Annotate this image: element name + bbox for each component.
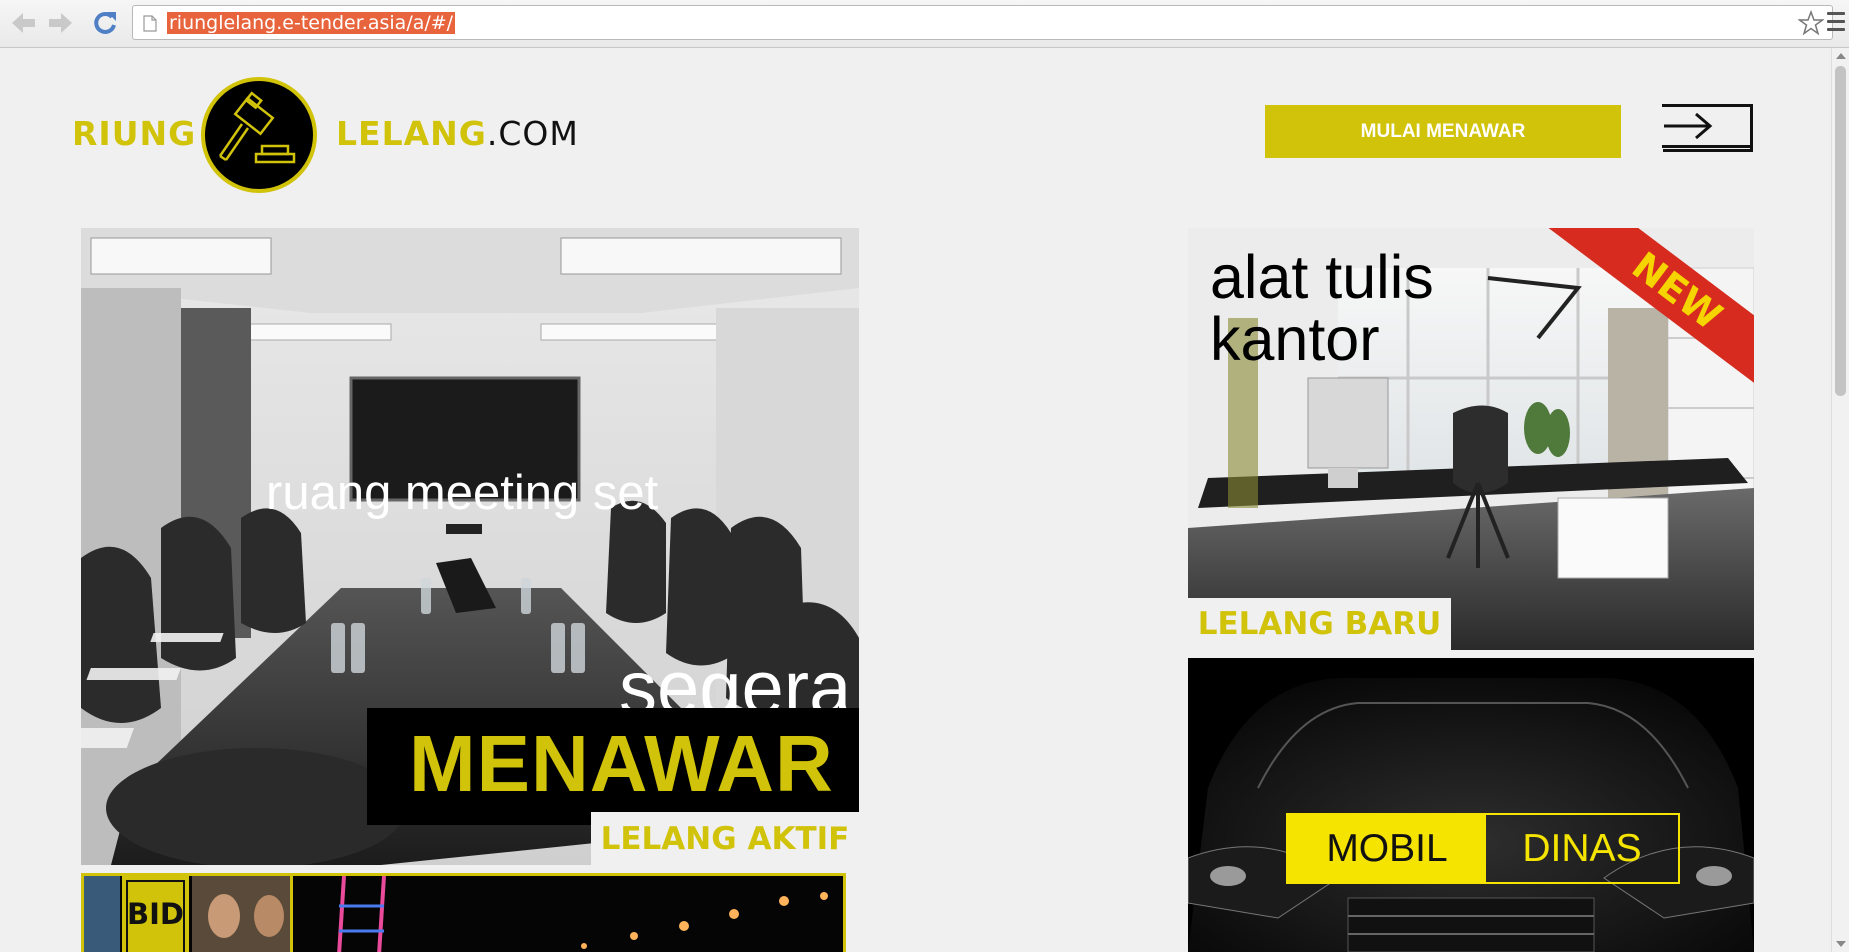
scroll-up-icon[interactable] xyxy=(1836,53,1846,59)
auction-tile-official-car[interactable]: MOBIL DINAS xyxy=(1188,658,1754,952)
menu-icon[interactable] xyxy=(1827,12,1849,34)
auction-tile-meeting-room[interactable]: ruang meeting set segera MENAWAR LELANG … xyxy=(81,228,859,865)
lelang-baru-badge[interactable]: LELANG BARU xyxy=(1188,598,1451,650)
logo-text-right: LELANG.COM xyxy=(336,114,579,153)
auction-tile-office-supplies[interactable]: alat tulis kantor NEW LELANG BARU xyxy=(1188,228,1754,650)
auction-tile-bid[interactable]: BID xyxy=(81,873,846,952)
back-arrow-icon[interactable] xyxy=(8,8,38,38)
mulai-menawar-button[interactable]: MULAI MENAWAR xyxy=(1265,105,1621,158)
car-image xyxy=(1188,658,1754,952)
menawar-text: MENAWAR xyxy=(409,719,834,808)
login-arrow-icon[interactable] xyxy=(1662,104,1753,152)
star-icon[interactable] xyxy=(1797,9,1825,41)
url-text[interactable]: riunglelang.e-tender.asia/a/#/ xyxy=(167,12,456,34)
forward-arrow-icon[interactable] xyxy=(46,8,76,38)
dinas-text: DINAS xyxy=(1522,826,1642,870)
menawar-banner: MENAWAR xyxy=(367,708,859,825)
item-title: ruang meeting set xyxy=(266,466,659,520)
item-title: alat tulis kantor xyxy=(1210,243,1434,373)
bid-label: BID xyxy=(122,876,189,952)
mobil-dinas-label: MOBIL DINAS xyxy=(1286,813,1680,884)
reload-icon[interactable] xyxy=(90,8,120,38)
mobil-text: MOBIL xyxy=(1288,815,1486,882)
scroll-down-icon[interactable] xyxy=(1836,941,1846,947)
bid-banner-image xyxy=(84,876,843,952)
gavel-icon xyxy=(201,77,317,193)
browser-toolbar: riunglelang.e-tender.asia/a/#/ xyxy=(0,0,1849,48)
scroll-thumb[interactable] xyxy=(1835,66,1846,396)
vertical-scrollbar[interactable] xyxy=(1831,48,1849,952)
lelang-aktif-badge[interactable]: LELANG AKTIF xyxy=(591,812,859,865)
page-icon xyxy=(143,15,157,37)
site-logo[interactable]: RIUNG LELANG.COM xyxy=(72,76,578,194)
logo-text-left: RIUNG xyxy=(72,114,197,153)
address-bar[interactable]: riunglelang.e-tender.asia/a/#/ xyxy=(132,5,1833,40)
